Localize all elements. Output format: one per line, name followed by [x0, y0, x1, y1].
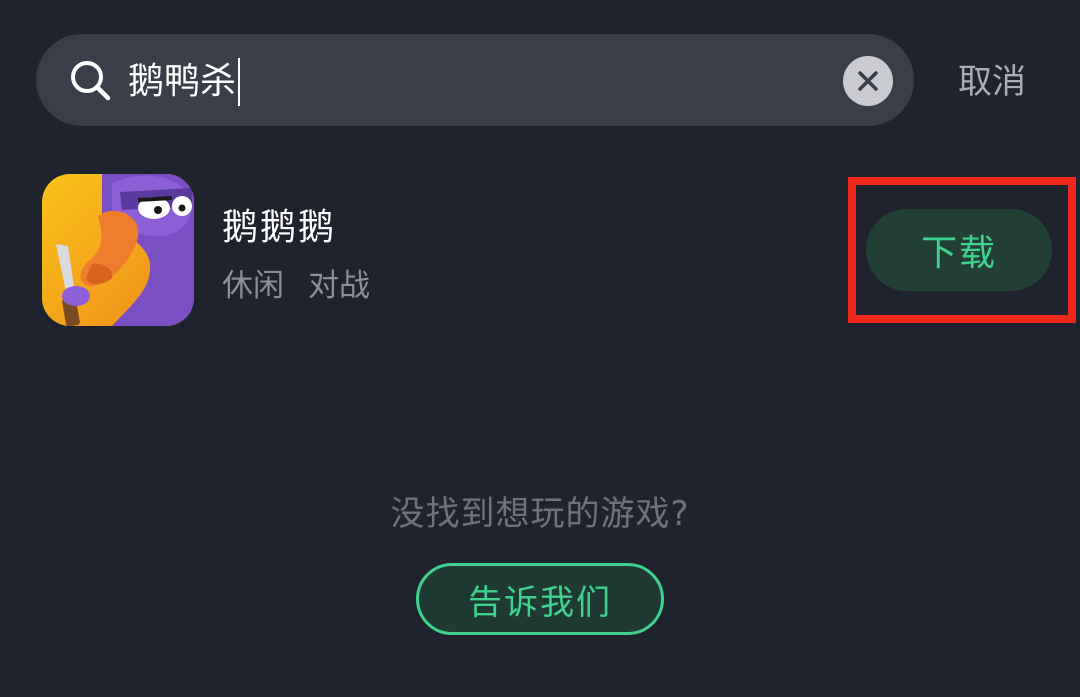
search-query-text: 鹅鸭杀 — [128, 61, 237, 102]
text-caret — [238, 58, 241, 106]
clear-search-button[interactable] — [843, 56, 893, 106]
not-found-message: 没找到想玩的游戏? — [390, 494, 690, 534]
search-icon — [71, 61, 111, 101]
close-icon — [858, 71, 878, 91]
cancel-button[interactable]: 取消 — [958, 52, 1026, 112]
download-button[interactable]: 下载 — [866, 209, 1052, 291]
search-page: 鹅鸭杀 取消 鹅鹅鹅 休闲 对战 下载 没找到想玩的游戏? 告诉我们 — [0, 0, 1080, 697]
app-tags: 休闲 对战 — [222, 260, 370, 305]
app-tag: 休闲 — [222, 268, 284, 304]
goose-game-icon — [42, 174, 194, 326]
tell-us-button[interactable]: 告诉我们 — [416, 563, 664, 635]
app-tag: 对战 — [308, 268, 370, 304]
app-title: 鹅鹅鹅 — [222, 207, 337, 248]
app-icon[interactable] — [42, 174, 194, 326]
search-input[interactable]: 鹅鸭杀 — [128, 52, 241, 112]
